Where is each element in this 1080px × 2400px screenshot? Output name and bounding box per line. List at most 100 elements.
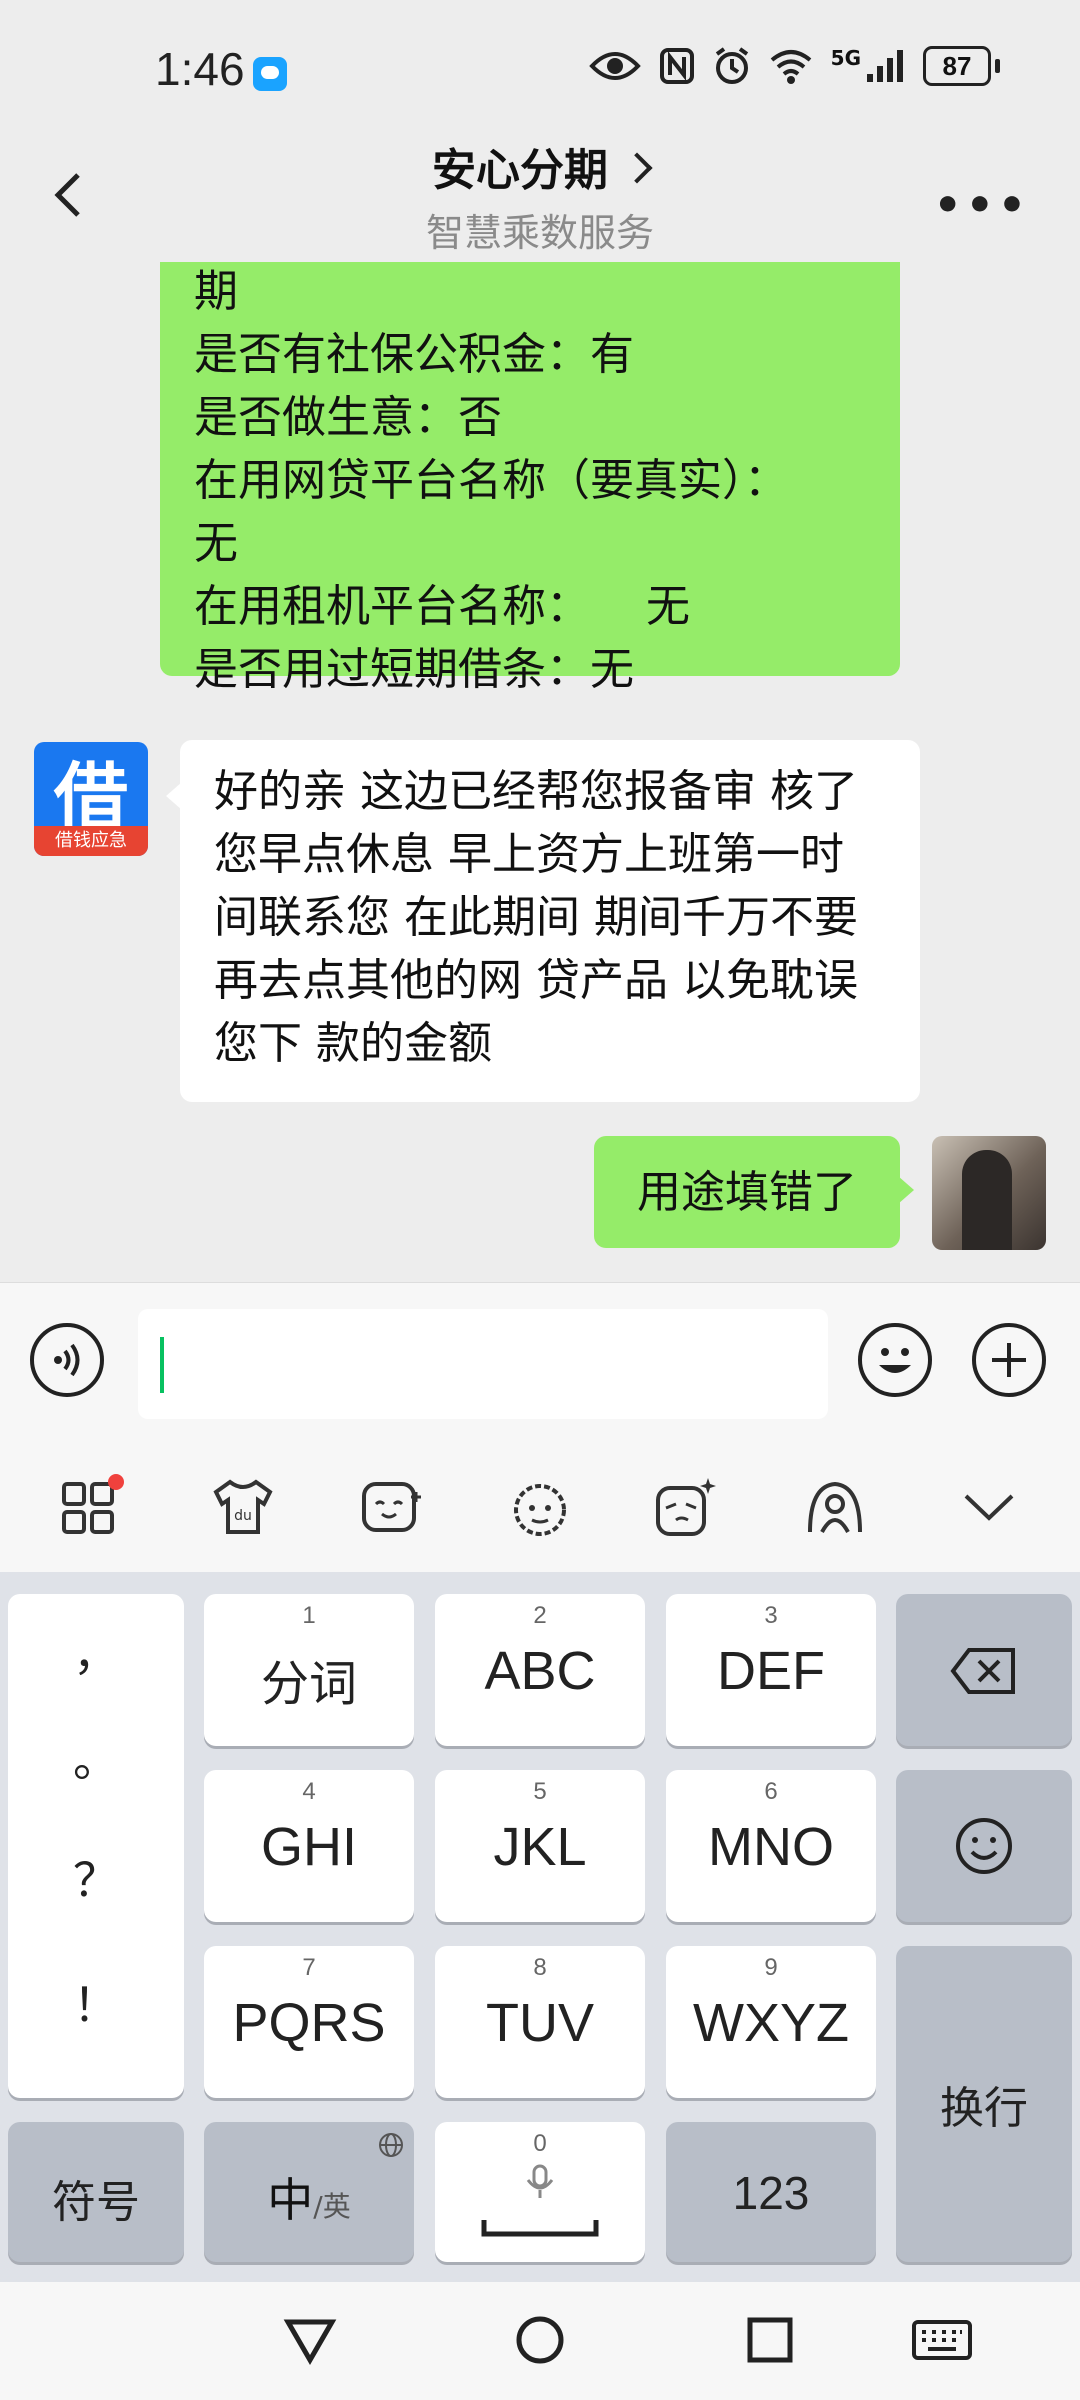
numeric-key[interactable]: 123: [666, 2122, 876, 2262]
alarm-icon: [715, 47, 748, 84]
form-line: 在用网贷平台名称（要真实）：: [194, 455, 788, 506]
symbols-key[interactable]: 符号: [8, 2122, 184, 2262]
key-4-num: 4: [302, 1778, 316, 1805]
form-line: 是否有社保公积金：有: [194, 329, 634, 380]
backspace-key[interactable]: [896, 1594, 1072, 1746]
key-6[interactable]: 6 MNO: [666, 1770, 876, 1922]
key-1-label: 分词: [260, 1656, 357, 1712]
form-line: 无: [194, 518, 238, 569]
network-type-label: 5G: [830, 46, 861, 70]
key-3-label: DEF: [717, 1641, 825, 1701]
key-7[interactable]: 7 PQRS: [204, 1946, 414, 2098]
symbols-key-label: 符号: [52, 2177, 140, 2228]
globe-icon: [379, 2133, 403, 2157]
key-1-num: 1: [302, 1602, 316, 1629]
enter-key-label: 换行: [940, 2083, 1028, 2134]
chat-subtitle: 智慧乘数服务: [425, 211, 654, 255]
voice-input-icon[interactable]: [30, 1323, 104, 1397]
enter-key[interactable]: 换行: [896, 1946, 1072, 2262]
lang-alt-label: /英: [313, 2190, 351, 2223]
punct-question[interactable]: ？: [8, 1844, 184, 1910]
key-2-label: ABC: [484, 1641, 596, 1701]
key-9[interactable]: 9 WXYZ: [666, 1946, 876, 2098]
key-8[interactable]: 8 TUV: [435, 1946, 645, 2098]
status-time: 1:46: [155, 43, 245, 95]
key-1[interactable]: 1 分词: [204, 1594, 414, 1746]
key-8-num: 8: [533, 1954, 547, 1981]
outgoing-message-bubble[interactable]: 用途填错了: [594, 1136, 900, 1248]
nav-home-icon[interactable]: [512, 2312, 568, 2368]
form-line: 是否做生意：否: [194, 392, 502, 443]
key-9-num: 9: [764, 1954, 778, 1981]
eye-icon: [588, 52, 641, 80]
key-5[interactable]: 5 JKL: [435, 1770, 645, 1922]
keyboard-switch-icon[interactable]: [910, 2312, 974, 2368]
outgoing-message-text: 用途填错了: [637, 1166, 857, 1218]
language-labels: 中/英: [204, 2164, 414, 2230]
key-5-num: 5: [533, 1778, 547, 1805]
keyboard: ， 。 ？ ！ 1 分词 2 ABC 3 DEF 4 GHI 5 JKL 6 MNO 7 PQ…: [0, 1572, 1080, 2282]
key-6-num: 6: [764, 1778, 778, 1805]
battery-icon: [995, 59, 1000, 73]
space-key-num: 0: [533, 2130, 547, 2157]
smiley-icon: [956, 1818, 1012, 1874]
chevron-down-icon[interactable]: [954, 1472, 1024, 1542]
emoji-key[interactable]: [896, 1770, 1072, 1922]
handwriting-icon[interactable]: [800, 1472, 870, 1542]
keyboard-toolbar: du: [0, 1444, 1080, 1572]
outgoing-form-bubble[interactable]: 期 是否有社保公积金：有 是否做生意：否 在用网贷平台名称（要真实）： 无 在用…: [160, 262, 900, 695]
key-8-label: TUV: [486, 1993, 594, 2053]
language-toggle-key[interactable]: 中/英: [204, 2122, 414, 2262]
form-line: 是否用过短期借条：无: [194, 644, 634, 695]
user-avatar[interactable]: [932, 1136, 1046, 1250]
key-3[interactable]: 3 DEF: [666, 1594, 876, 1746]
lang-main-label: 中: [267, 2173, 314, 2227]
nav-back-icon[interactable]: [282, 2312, 338, 2368]
apps-grid-icon[interactable]: [56, 1472, 126, 1542]
agent-avatar[interactable]: 借 借钱应急: [34, 742, 148, 856]
status-icons: 5G 87: [588, 46, 1000, 86]
bubble-tail: [898, 1176, 914, 1204]
punctuation-column[interactable]: ， 。 ？ ！: [8, 1594, 184, 2098]
svg-text:du: du: [234, 1508, 252, 1524]
message-list[interactable]: 期 是否有社保公积金：有 是否做生意：否 在用网贷平台名称（要真实）： 无 在用…: [0, 262, 1080, 1282]
status-bar: 1:46 5G 87: [0, 0, 1080, 130]
avatar-figure: [962, 1150, 1012, 1250]
emoticon-face-icon[interactable]: [356, 1472, 426, 1542]
skin-shirt-icon[interactable]: du: [208, 1472, 278, 1542]
key-5-label: JKL: [493, 1817, 587, 1877]
chevron-right-icon: [621, 152, 653, 184]
nav-recents-icon[interactable]: [742, 2312, 798, 2368]
punct-period[interactable]: 。: [8, 1724, 184, 1790]
punct-comma[interactable]: ，: [8, 1618, 184, 1684]
chat-title[interactable]: 安心分期: [0, 134, 1080, 198]
microphone-icon: [526, 2164, 554, 2198]
more-options-icon[interactable]: •••: [934, 180, 1030, 231]
sticker-search-icon[interactable]: [650, 1472, 720, 1542]
agent-avatar-tag: 借钱应急: [34, 826, 148, 856]
key-9-label: WXYZ: [693, 1993, 849, 2053]
key-4[interactable]: 4 GHI: [204, 1770, 414, 1922]
key-2-num: 2: [533, 1602, 547, 1629]
form-line: 期: [194, 266, 238, 317]
meme-sticker-icon[interactable]: [504, 1472, 574, 1542]
key-7-label: PQRS: [232, 1993, 386, 2053]
key-6-label: MNO: [708, 1817, 834, 1877]
space-key[interactable]: 0: [435, 2122, 645, 2262]
nfc-icon: [659, 48, 694, 84]
message-input[interactable]: [138, 1309, 828, 1419]
key-2[interactable]: 2 ABC: [435, 1594, 645, 1746]
chat-title-text: 安心分期: [432, 145, 608, 196]
chat-header: 安心分期 智慧乘数服务 •••: [0, 130, 1080, 262]
incoming-reply-bubble[interactable]: 好的亲 这边已经帮您报备审 核了 您早点休息 早上资方上班第一时间联系您 在此期…: [180, 740, 920, 1102]
space-bar-icon: [481, 2220, 599, 2237]
punct-exclaim[interactable]: ！: [8, 1969, 184, 2035]
plus-icon[interactable]: [972, 1323, 1046, 1397]
form-line: 在用租机平台名称： 无: [194, 581, 690, 632]
emoji-icon[interactable]: [858, 1323, 932, 1397]
battery-level: 87: [923, 46, 991, 86]
key-3-num: 3: [764, 1602, 778, 1629]
signal-icon: [867, 50, 903, 82]
key-4-label: GHI: [260, 1817, 357, 1877]
input-bar: [0, 1282, 1080, 1445]
